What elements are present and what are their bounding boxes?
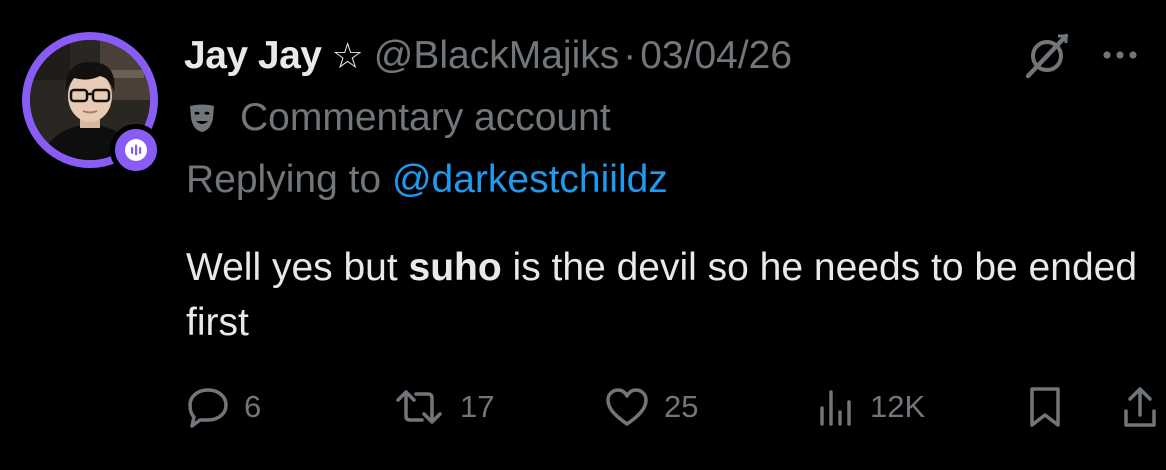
views-button[interactable]: 12K <box>816 382 925 432</box>
account-label-text: Commentary account <box>240 96 611 139</box>
tweet-header: Jay Jay ☆ @BlackMajiks · 03/04/26 <box>184 26 1146 86</box>
grok-icon[interactable] <box>1022 32 1072 85</box>
repost-icon <box>392 386 446 428</box>
reply-target-link[interactable]: @darkestchiildz <box>392 158 668 201</box>
bookmark-button[interactable] <box>1026 382 1064 432</box>
handle[interactable]: @BlackMajiks <box>374 34 619 78</box>
view-count: 12K <box>870 389 926 424</box>
reply-icon <box>186 386 230 428</box>
account-label[interactable]: Commentary account <box>186 92 611 144</box>
share-button[interactable] <box>1122 382 1158 432</box>
theater-mask-icon <box>186 102 218 134</box>
like-button[interactable]: 25 <box>604 382 698 432</box>
like-count: 25 <box>664 389 699 424</box>
repost-count: 17 <box>460 389 495 424</box>
more-icon[interactable] <box>1102 36 1138 66</box>
repost-button[interactable]: 17 <box>392 382 494 432</box>
display-name[interactable]: Jay Jay <box>184 34 322 78</box>
spaces-audio-icon[interactable] <box>110 124 162 176</box>
action-bar: 6 17 25 12K <box>186 382 1158 432</box>
replying-prefix: Replying to <box>186 158 392 201</box>
share-icon <box>1122 385 1158 429</box>
bookmark-icon <box>1026 385 1064 429</box>
tweet-text-pre: Well yes but <box>186 246 409 289</box>
tweet-text-bold: suho <box>408 246 502 289</box>
star-outline-icon: ☆ <box>331 35 364 76</box>
tweet-text: Well yes but suho is the devil so he nee… <box>186 240 1146 350</box>
separator-dot: · <box>623 34 637 77</box>
heart-icon <box>604 386 650 428</box>
reply-button[interactable]: 6 <box>186 382 261 432</box>
post-date[interactable]: 03/04/26 <box>640 34 792 78</box>
bar-chart-icon <box>816 386 856 428</box>
replying-to: Replying to @darkestchiildz <box>186 158 668 202</box>
reply-count: 6 <box>244 389 262 424</box>
tweet: Jay Jay ☆ @BlackMajiks · 03/04/26 Commen… <box>0 0 1166 470</box>
